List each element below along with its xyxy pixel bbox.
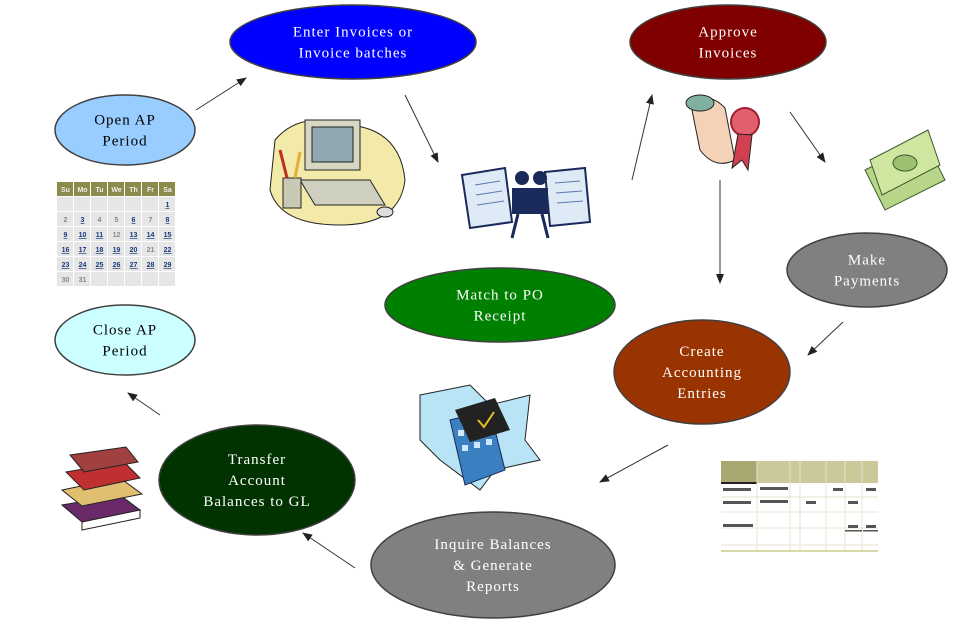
process-node-match: Match to PO Receipt	[384, 267, 616, 343]
spreadsheet-thumbnail	[721, 461, 878, 552]
node-label: Balances to GL	[203, 494, 310, 510]
calendar-day-header: Sa	[163, 187, 172, 194]
node-label: Enter Invoices or	[293, 25, 413, 41]
calendar-date: 16	[62, 247, 70, 254]
money-clipart	[864, 129, 946, 211]
calendar-day-header: Su	[61, 187, 70, 194]
calendar-date: 9	[64, 232, 68, 239]
calendar-date: 21	[147, 247, 155, 254]
calendar-date: 17	[79, 247, 87, 254]
calendar-date: 31	[79, 277, 87, 284]
process-node-inquire: Inquire Balances & Generate Reports	[370, 511, 616, 619]
match-documents-clipart	[460, 166, 592, 239]
calendar-date: 19	[113, 247, 121, 254]
process-node-payments: Make Payments	[786, 232, 948, 308]
calendar-date: 2	[64, 217, 68, 224]
process-node-close: Close AP Period	[54, 304, 196, 376]
node-label: Period	[102, 344, 147, 360]
computer-clipart	[269, 119, 406, 226]
calendar-date: 24	[79, 262, 87, 269]
arrow-accounting-to-inquire	[599, 444, 669, 483]
calendar-date: 26	[113, 262, 121, 269]
node-label: Invoices	[699, 46, 758, 62]
process-node-open: Open AP Period	[54, 94, 196, 166]
calendar-date: 12	[113, 232, 121, 239]
node-label: Create	[679, 344, 724, 360]
node-label: Reports	[466, 579, 520, 595]
calendar-date: 18	[96, 247, 104, 254]
calendar-day-header: Th	[129, 187, 138, 194]
arrow-match-to-approve	[631, 94, 654, 181]
arrow-inquire-to-transfer	[302, 532, 356, 569]
arrow-approve-to-payments	[789, 111, 826, 163]
calendar-image: Su Mo Tu We Th Fr Sa12 3 4 5 6 7 89 10 11 12 13 14 1516 17 1…	[57, 182, 175, 286]
calendar-date: 23	[62, 262, 70, 269]
node-ellipse	[54, 304, 196, 376]
arrow-transfer-to-close	[127, 392, 161, 416]
node-label: Match to PO	[456, 288, 544, 304]
calendar-date: 4	[98, 217, 102, 224]
calendar-day-header: Tu	[95, 187, 103, 194]
arrow-enter-to-match	[404, 94, 439, 163]
node-label: & Generate	[453, 558, 533, 574]
calendar-date: 22	[164, 247, 172, 254]
node-label: Close AP	[93, 323, 157, 339]
calendar-date: 25	[96, 262, 104, 269]
calendar-date: 14	[147, 232, 155, 239]
calendar-date: 6	[132, 217, 136, 224]
arrow-payments-to-accounting	[807, 321, 844, 356]
node-label: Period	[102, 134, 147, 150]
node-label: Make	[848, 253, 886, 269]
calendar-date: 13	[130, 232, 138, 239]
node-ellipse	[229, 4, 477, 80]
process-node-transfer: Transfer Account Balances to GL	[158, 424, 356, 536]
calendar-date: 28	[147, 262, 155, 269]
calendar-date: 5	[115, 217, 119, 224]
node-label: Transfer	[228, 452, 286, 468]
calendar-date: 8	[166, 217, 170, 224]
approval-ribbon-clipart	[685, 94, 760, 172]
calendar-date: 15	[164, 232, 172, 239]
node-label: Invoice batches	[299, 46, 408, 62]
calendar-date: 10	[79, 232, 87, 239]
building-clipart	[419, 384, 541, 491]
node-label: Approve	[698, 25, 758, 41]
calendar-date: 20	[130, 247, 138, 254]
node-label: Payments	[834, 274, 900, 290]
calendar-day-header: We	[111, 187, 121, 194]
node-label: Open AP	[94, 113, 156, 129]
calendar-date: 1	[166, 202, 170, 209]
node-ellipse	[384, 267, 616, 343]
calendar-date: 11	[96, 232, 104, 239]
arrow-open-to-enter	[195, 77, 247, 111]
calendar-day-header: Mo	[77, 187, 87, 194]
calendar-day-header: Fr	[147, 187, 154, 194]
calendar-date: 30	[62, 277, 70, 284]
node-label: Inquire Balances	[434, 537, 551, 553]
process-node-approve: Approve Invoices	[629, 4, 827, 80]
calendar-date: 27	[130, 262, 138, 269]
ap-process-diagram: Open AP Period Enter Invoices or Invoice ba…	[54, 4, 948, 619]
calendar-date: 7	[149, 217, 153, 224]
node-ellipse	[629, 4, 827, 80]
node-label: Entries	[677, 386, 727, 402]
node-label: Receipt	[474, 309, 527, 325]
calendar-date: 29	[164, 262, 172, 269]
books-clipart	[60, 446, 144, 531]
process-node-enter: Enter Invoices or Invoice batches	[229, 4, 477, 80]
node-label: Accounting	[662, 365, 742, 381]
node-ellipse	[786, 232, 948, 308]
process-node-accounting: Create Accounting Entries	[613, 319, 791, 425]
calendar-date: 3	[81, 217, 85, 224]
node-label: Account	[228, 473, 286, 489]
node-ellipse	[54, 94, 196, 166]
